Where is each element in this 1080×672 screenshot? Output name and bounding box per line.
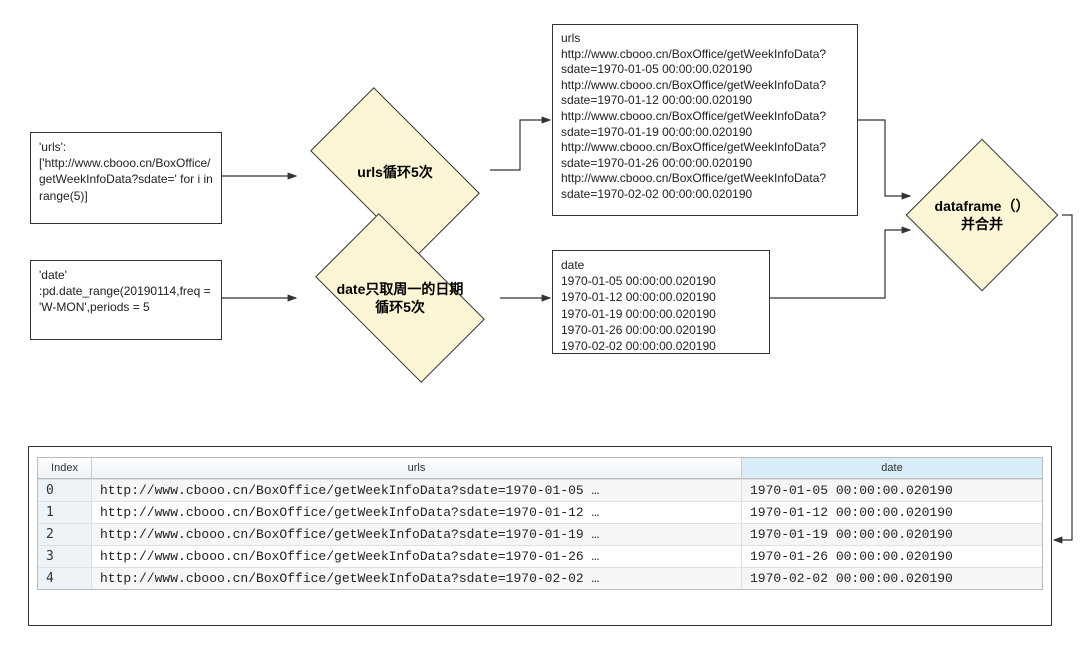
table-header-row: Index urls date [38,458,1042,479]
merge-label: dataframe（） 并合并 [900,150,1064,280]
table-row: 0http://www.cbooo.cn/BoxOffice/getWeekIn… [38,479,1042,501]
urls-input-box: 'urls': ['http://www.cbooo.cn/BoxOffice/… [30,132,222,224]
cell-index: 1 [38,501,92,523]
cell-index: 3 [38,545,92,567]
table-row: 4http://www.cbooo.cn/BoxOffice/getWeekIn… [38,567,1042,589]
cell-url: http://www.cbooo.cn/BoxOffice/getWeekInf… [92,545,742,567]
table-row: 1http://www.cbooo.cn/BoxOffice/getWeekIn… [38,501,1042,523]
col-header-index: Index [38,458,92,478]
col-header-date: date [742,458,1042,478]
date-input-box: 'date' :pd.date_range(20190114,freq = 'W… [30,260,222,340]
cell-url: http://www.cbooo.cn/BoxOffice/getWeekInf… [92,567,742,589]
cell-date: 1970-01-26 00:00:00.020190 [742,545,1042,567]
cell-index: 0 [38,479,92,501]
date-loop-label: date只取周一的日期 循环5次 [295,238,505,358]
urls-loop-diamond: urls循环5次 [295,112,495,232]
result-datagrid: Index urls date 0http://www.cbooo.cn/Box… [37,457,1043,590]
result-table-container: Index urls date 0http://www.cbooo.cn/Box… [28,446,1052,626]
date-output-box: date 1970-01-05 00:00:00.020190 1970-01-… [552,250,770,354]
cell-date: 1970-01-12 00:00:00.020190 [742,501,1042,523]
urls-loop-label: urls循环5次 [295,112,495,232]
cell-url: http://www.cbooo.cn/BoxOffice/getWeekInf… [92,479,742,501]
date-loop-diamond: date只取周一的日期 循环5次 [295,238,505,358]
urls-output-box: urls http://www.cbooo.cn/BoxOffice/getWe… [552,24,858,216]
cell-url: http://www.cbooo.cn/BoxOffice/getWeekInf… [92,501,742,523]
table-body: 0http://www.cbooo.cn/BoxOffice/getWeekIn… [38,479,1042,589]
table-row: 3http://www.cbooo.cn/BoxOffice/getWeekIn… [38,545,1042,567]
cell-url: http://www.cbooo.cn/BoxOffice/getWeekInf… [92,523,742,545]
cell-index: 2 [38,523,92,545]
cell-date: 1970-01-19 00:00:00.020190 [742,523,1042,545]
cell-date: 1970-02-02 00:00:00.020190 [742,567,1042,589]
merge-diamond: dataframe（） 并合并 [900,150,1064,280]
cell-index: 4 [38,567,92,589]
col-header-urls: urls [92,458,742,478]
table-row: 2http://www.cbooo.cn/BoxOffice/getWeekIn… [38,523,1042,545]
cell-date: 1970-01-05 00:00:00.020190 [742,479,1042,501]
